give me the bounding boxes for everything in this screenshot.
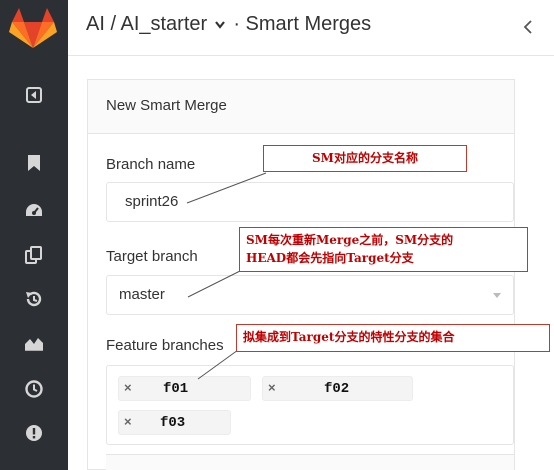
history-icon[interactable] [0,281,68,317]
annotation-text: 拟集成到Target分支的特性分支的集合 [243,330,455,344]
caret-down-icon [493,293,501,298]
breadcrumb-separator: / [110,13,117,35]
breadcrumb-dot: · [233,13,240,35]
panel-title: New Smart Merge [106,97,227,114]
remove-tag-icon[interactable]: × [268,380,276,395]
alert-icon[interactable] [0,415,68,451]
remove-tag-icon[interactable]: × [124,380,132,395]
branch-name-input[interactable]: sprint26 [106,182,514,222]
feature-branch-tag: × f03 [118,410,231,435]
target-branch-label: Target branch [106,248,198,265]
feature-branch-tag: × f02 [262,376,413,401]
breadcrumb-project[interactable]: AI_starter [120,13,207,35]
annotation-text: SM每次重新Merge之前，SM分支的 [246,233,454,247]
chevron-left-icon[interactable] [518,16,538,38]
clock-icon[interactable] [0,371,68,407]
remove-tag-icon[interactable]: × [124,414,132,429]
feature-branches-input[interactable]: × f01 × f02 × f03 [106,365,514,445]
sidebar [0,0,68,470]
target-branch-select[interactable]: master [106,275,514,315]
breadcrumb: AI / AI_starter · Smart Merges [86,13,371,36]
annotation-branch-name: SM对应的分支名称 [263,145,467,172]
graph-icon[interactable] [0,325,68,361]
bookmark-icon[interactable] [0,145,68,181]
target-branch-value: master [119,286,165,303]
feature-branch-tag: × f01 [118,376,251,401]
page-title: Smart Merges [245,13,372,35]
feature-branch-name: f03 [160,415,186,431]
feature-branch-name: f02 [324,381,350,397]
dashboard-icon[interactable] [0,193,68,229]
annotation-target-branch: SM每次重新Merge之前，SM分支的 HEAD都会先指向Target分支 [239,227,528,272]
gitlab-logo[interactable] [8,6,58,50]
feature-branch-name: f01 [163,381,189,397]
annotation-text: SM对应的分支名称 [312,151,418,165]
panel-footer [106,454,514,470]
top-bar: AI / AI_starter · Smart Merges [68,0,554,56]
chevron-down-icon[interactable] [214,20,226,30]
sidebar-toggle-icon[interactable] [0,77,68,113]
branch-name-label: Branch name [106,156,196,173]
breadcrumb-group[interactable]: AI [86,13,105,35]
copy-icon[interactable] [0,237,68,273]
panel-header: New Smart Merge [88,80,514,134]
annotation-feature-branches: 拟集成到Target分支的特性分支的集合 [236,324,550,352]
annotation-text: HEAD都会先指向Target分支 [246,251,414,265]
feature-branches-label: Feature branches [106,337,224,354]
